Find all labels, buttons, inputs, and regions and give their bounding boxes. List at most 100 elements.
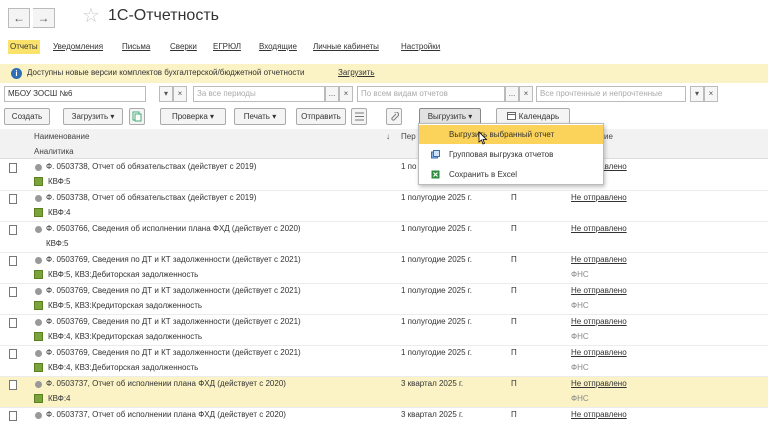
- forward-button[interactable]: →: [33, 8, 55, 28]
- row-status-link[interactable]: Не отправлено: [571, 193, 627, 202]
- tab-settings[interactable]: Настройки: [401, 40, 440, 54]
- analytics-icon: [34, 363, 43, 372]
- row-name[interactable]: Ф. 0503769, Сведения по ДТ и КТ задолжен…: [46, 286, 301, 295]
- row-type: П: [511, 410, 517, 419]
- menu-item-save-excel[interactable]: Сохранить в Excel: [419, 165, 603, 184]
- document-icon: [9, 349, 17, 359]
- document-icon: [9, 194, 17, 204]
- tab-notifications[interactable]: Уведомления: [53, 40, 103, 54]
- filter-bar: МБОУ ЗОСШ №6 ▾ × За все периоды ... × По…: [0, 86, 768, 104]
- page-title: 1С-Отчетность: [108, 7, 219, 24]
- table-row[interactable]: Ф. 0503738, Отчет об обязательствах (дей…: [0, 191, 768, 222]
- analytics-icon: [34, 332, 43, 341]
- info-bar: i Доступны новые версии комплектов бухга…: [0, 64, 768, 83]
- row-period: 1 полугодие 2025 г.: [401, 317, 472, 326]
- tab-incoming[interactable]: Входящие: [259, 40, 297, 54]
- row-name[interactable]: Ф. 0503769, Сведения по ДТ и КТ задолжен…: [46, 348, 301, 357]
- report-types-choose-button[interactable]: ...: [505, 86, 519, 102]
- reports-table: Наименование Аналитика ↓ Пер ие Ф. 05037…: [0, 129, 768, 423]
- row-name[interactable]: Ф. 0503769, Сведения по ДТ и КТ задолжен…: [46, 255, 301, 264]
- menu-item-export-selected[interactable]: Выгрузить выбранный отчет: [419, 125, 603, 144]
- download-link[interactable]: Загрузить: [338, 68, 375, 77]
- print-button-label: Печать: [243, 112, 270, 121]
- row-analytics: КВФ:4: [48, 394, 71, 403]
- read-state-field[interactable]: Все прочтенные и непрочтенные: [536, 86, 686, 102]
- back-button[interactable]: ←: [8, 8, 30, 28]
- check-button[interactable]: Проверка ▾: [160, 108, 226, 125]
- row-status-link[interactable]: Не отправлено: [571, 224, 627, 233]
- row-type: П: [511, 317, 517, 326]
- load-button[interactable]: Загрузить ▾: [63, 108, 123, 125]
- analytics-icon: [34, 301, 43, 310]
- list-settings-button[interactable]: [351, 108, 367, 125]
- table-row[interactable]: Ф. 0503769, Сведения по ДТ и КТ задолжен…: [0, 346, 768, 377]
- table-row[interactable]: Ф. 0503769, Сведения по ДТ и КТ задолжен…: [0, 315, 768, 346]
- favorite-star-icon[interactable]: ☆: [82, 5, 100, 27]
- row-type: П: [511, 193, 517, 202]
- row-status-link[interactable]: Не отправлено: [571, 286, 627, 295]
- column-analytics-header[interactable]: Аналитика: [34, 147, 74, 156]
- tab-letters[interactable]: Письма: [122, 40, 150, 54]
- tab-egrul[interactable]: ЕГРЮЛ: [213, 40, 241, 54]
- row-name[interactable]: Ф. 0503737, Отчет об исполнении плана ФХ…: [46, 410, 286, 419]
- period-placeholder: За все периоды: [197, 89, 256, 98]
- row-analytics: КВФ:4, КВЗ:Кредиторская задолженность: [48, 332, 203, 341]
- column-status-header[interactable]: ие: [604, 132, 613, 141]
- table-header: Наименование Аналитика ↓ Пер ие: [0, 129, 768, 159]
- tab-personal-accounts[interactable]: Личные кабинеты: [313, 40, 379, 54]
- tab-reports[interactable]: Отчеты: [8, 40, 40, 54]
- table-row[interactable]: Ф. 0503737, Отчет об исполнении плана ФХ…: [0, 408, 768, 423]
- menu-item-group-export[interactable]: Групповая выгрузка отчетов: [419, 145, 603, 164]
- read-state-dropdown-button[interactable]: ▾: [690, 86, 704, 102]
- row-status-link[interactable]: Не отправлено: [571, 255, 627, 264]
- tab-reconciliations[interactable]: Сверки: [170, 40, 197, 54]
- column-period-header[interactable]: Пер: [401, 132, 416, 141]
- excel-icon: [431, 170, 440, 179]
- create-button[interactable]: Создать: [4, 108, 50, 125]
- report-types-clear-button[interactable]: ×: [519, 86, 533, 102]
- attach-button[interactable]: [386, 108, 402, 125]
- table-row[interactable]: Ф. 0503766, Сведения об исполнении плана…: [0, 222, 768, 253]
- row-analytics: КВФ:4, КВЗ:Дебиторская задолженность: [48, 363, 199, 372]
- report-types-placeholder: По всем видам отчетов: [361, 89, 448, 98]
- row-period: 3 квартал 2025 г.: [401, 379, 464, 388]
- row-period: 1 полугодие 2025 г.: [401, 193, 472, 202]
- row-period: 3 квартал 2025 г.: [401, 410, 464, 419]
- row-type: П: [511, 379, 517, 388]
- row-analytics: КВФ:5: [48, 177, 71, 186]
- row-status-link[interactable]: Не отправлено: [571, 379, 627, 388]
- sort-arrow-icon[interactable]: ↓: [386, 132, 390, 141]
- row-name[interactable]: Ф. 0503769, Сведения по ДТ и КТ задолжен…: [46, 317, 301, 326]
- export-button-label: Выгрузить: [427, 112, 467, 121]
- title-bar: ← → ☆ 1С-Отчетность: [0, 0, 768, 34]
- row-name[interactable]: Ф. 0503738, Отчет об обязательствах (дей…: [46, 162, 256, 171]
- period-clear-button[interactable]: ×: [339, 86, 353, 102]
- send-button[interactable]: Отправить: [296, 108, 346, 125]
- row-status-link[interactable]: Не отправлено: [571, 317, 627, 326]
- table-row[interactable]: Ф. 0503769, Сведения по ДТ и КТ задолжен…: [0, 253, 768, 284]
- row-recipient: ФНС: [571, 363, 589, 372]
- report-types-field[interactable]: По всем видам отчетов: [357, 86, 505, 102]
- row-name[interactable]: Ф. 0503738, Отчет об обязательствах (дей…: [46, 193, 256, 202]
- copy-icon-button[interactable]: [129, 108, 145, 125]
- export-menu: Выгрузить выбранный отчет Групповая выгр…: [418, 123, 604, 185]
- org-dropdown-button[interactable]: ▾: [159, 86, 173, 102]
- period-choose-button[interactable]: ...: [325, 86, 339, 102]
- row-status-link[interactable]: Не отправлено: [571, 410, 627, 419]
- menu-item-group-export-label: Групповая выгрузка отчетов: [449, 150, 554, 159]
- table-row[interactable]: Ф. 0503769, Сведения по ДТ и КТ задолжен…: [0, 284, 768, 315]
- row-status-link[interactable]: Не отправлено: [571, 348, 627, 357]
- period-field[interactable]: За все периоды: [193, 86, 325, 102]
- toolbar: Создать Загрузить ▾ Проверка ▾ Печать ▾ …: [0, 108, 768, 126]
- report-status-icon: [35, 226, 42, 233]
- org-clear-button[interactable]: ×: [173, 86, 187, 102]
- read-state-clear-button[interactable]: ×: [704, 86, 718, 102]
- column-name-header[interactable]: Наименование: [34, 132, 89, 141]
- report-status-icon: [35, 350, 42, 357]
- table-row[interactable]: Ф. 0503738, Отчет об обязательствах (дей…: [0, 160, 768, 191]
- print-button[interactable]: Печать ▾: [234, 108, 286, 125]
- organization-field[interactable]: МБОУ ЗОСШ №6: [4, 86, 146, 102]
- row-name[interactable]: Ф. 0503766, Сведения об исполнении плана…: [46, 224, 301, 233]
- table-row[interactable]: Ф. 0503737, Отчет об исполнении плана ФХ…: [0, 377, 768, 408]
- row-name[interactable]: Ф. 0503737, Отчет об исполнении плана ФХ…: [46, 379, 286, 388]
